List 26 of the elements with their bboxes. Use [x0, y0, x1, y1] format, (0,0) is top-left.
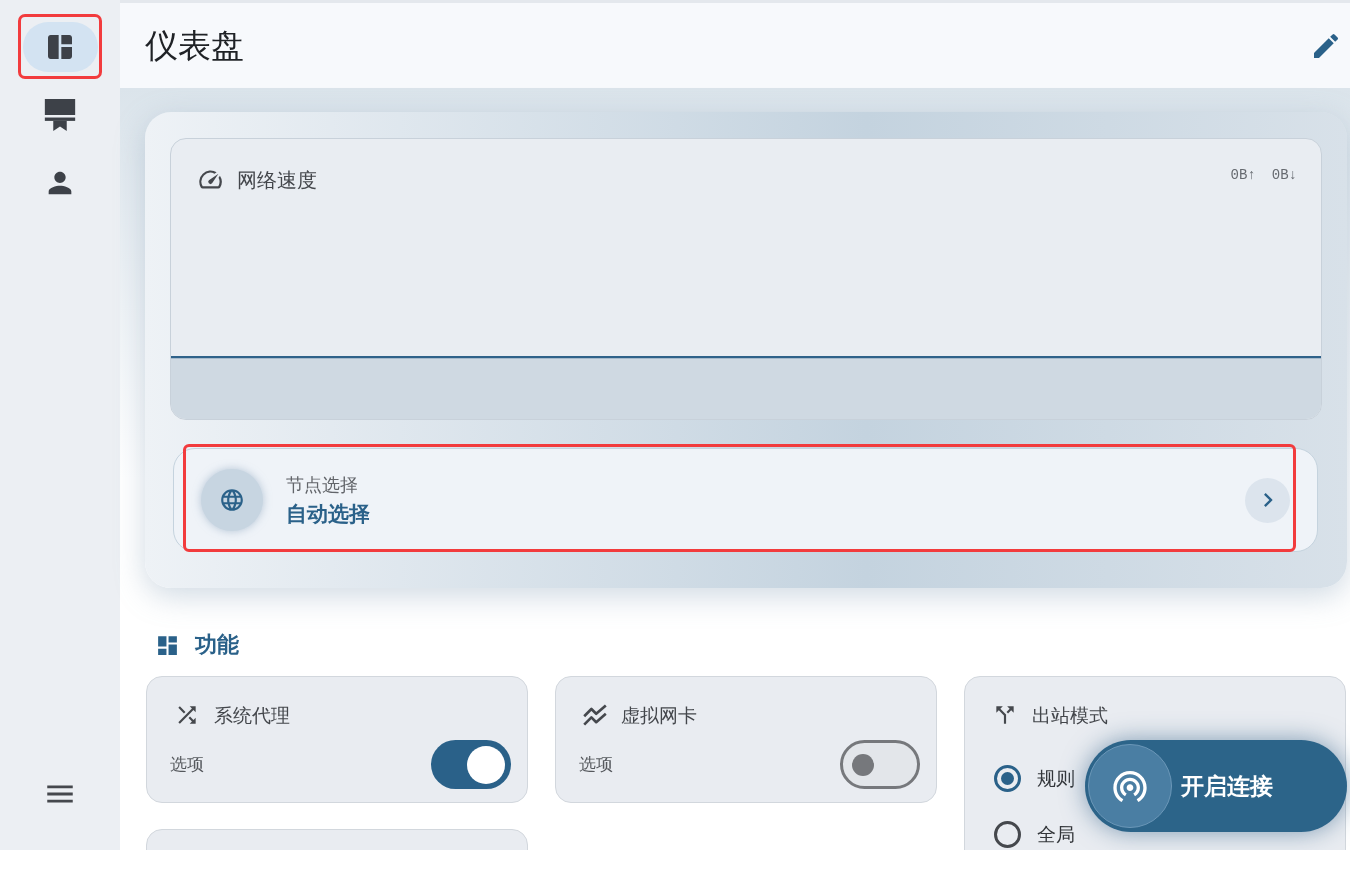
node-selector[interactable]: 节点选择 自动选择 — [173, 448, 1318, 552]
card-title: 虚拟网卡 — [621, 705, 697, 725]
card-title: 出站模式 — [1032, 705, 1108, 725]
download-speed: 0B↓ — [1271, 168, 1297, 182]
card-title: 网络速度 — [237, 169, 317, 190]
node-label: 节点选择 — [286, 476, 359, 494]
node-value: 自动选择 — [286, 503, 370, 524]
radio-button[interactable] — [994, 821, 1021, 848]
toggle-switch[interactable] — [840, 740, 920, 789]
globe-icon — [201, 469, 263, 531]
upload-speed: 0B↑ — [1230, 168, 1256, 182]
page-title: 仪表盘 — [145, 29, 244, 62]
radio-label: 全局 — [1037, 825, 1075, 844]
radio-button[interactable] — [994, 765, 1021, 792]
broadcast-icon — [1088, 744, 1172, 828]
card-caption: 选项 — [170, 756, 204, 773]
chevron-right-icon — [1245, 477, 1290, 523]
card-title: 系统代理 — [214, 705, 290, 725]
toggle-switch[interactable] — [431, 740, 511, 789]
connect-button[interactable]: 开启连接 — [1085, 740, 1347, 832]
card-ribbon-icon — [44, 99, 76, 131]
section-title: 功能 — [195, 634, 239, 656]
nav-item[interactable] — [22, 22, 98, 72]
zigzag-lines-icon — [583, 703, 607, 727]
card-caption: 选项 — [579, 756, 613, 773]
radio-label: 规则 — [1037, 769, 1075, 788]
